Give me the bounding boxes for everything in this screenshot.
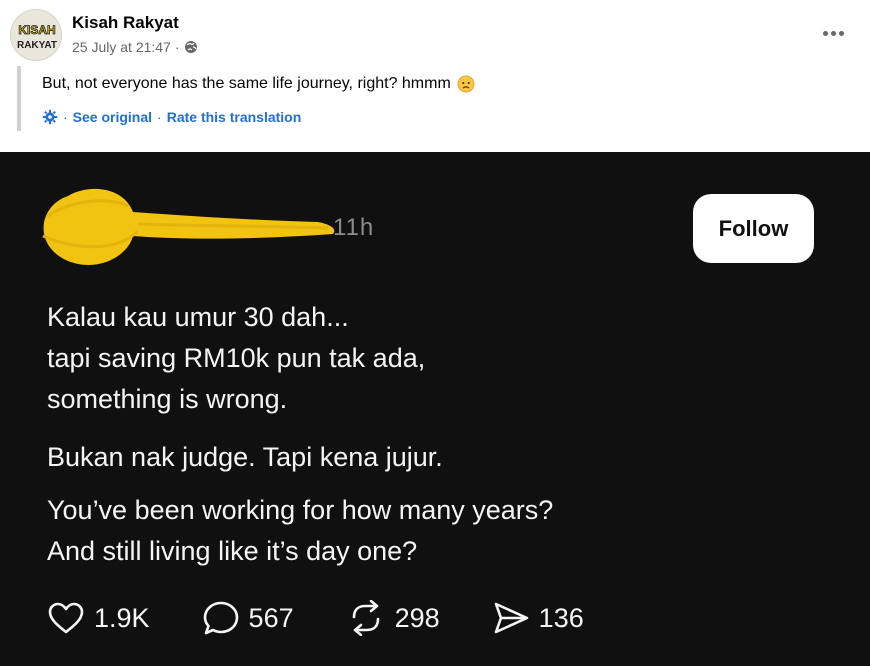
embedded-threads-screenshot: 11h Follow Kalau kau umur 30 dah... tapi…: [0, 152, 870, 666]
send-icon: [494, 602, 528, 634]
post-paragraph-2: Bukan nak judge. Tapi kena jujur.: [47, 437, 443, 478]
repost-count: 298: [394, 602, 440, 633]
more-options-icon[interactable]: [818, 24, 848, 42]
see-original-link[interactable]: See original: [73, 109, 152, 125]
svg-text:RAKYAT: RAKYAT: [17, 40, 57, 51]
text-line: Kalau kau umur 30 dah...: [47, 302, 349, 332]
post-caption: But, not everyone has the same life jour…: [42, 75, 475, 93]
post-meta: 25 July at 21:47 ·: [72, 39, 198, 55]
post-paragraph-3: You’ve been working for how many years? …: [47, 490, 553, 572]
repost-button[interactable]: 298: [346, 600, 440, 636]
text-line: And still living like it’s day one?: [47, 536, 418, 566]
rate-translation-link[interactable]: Rate this translation: [167, 109, 302, 125]
facebook-post-header: KISAH RAKYAT Kisah Rakyat 25 July at 21:…: [0, 0, 870, 152]
redaction-scribble: [42, 188, 335, 265]
post-timestamp[interactable]: 25 July at 21:47: [72, 39, 171, 55]
comment-icon: [203, 601, 238, 635]
translation-bar: [17, 66, 21, 131]
text-line: something is wrong.: [47, 384, 288, 414]
frowning-face-icon: [457, 75, 475, 93]
text-line: tapi saving RM10k pun tak ada,: [47, 343, 426, 373]
svg-text:KISAH: KISAH: [18, 23, 55, 37]
gear-icon: [42, 109, 58, 125]
follow-button[interactable]: Follow: [693, 194, 814, 263]
repost-icon: [352, 600, 379, 636]
link-separator: ·: [63, 109, 68, 125]
page-avatar[interactable]: KISAH RAKYAT: [10, 9, 62, 61]
like-count: 1.9K: [94, 602, 150, 633]
action-bar: 1.9K 567 298 136: [47, 600, 584, 636]
meta-separator: ·: [174, 39, 180, 55]
reply-count: 567: [248, 602, 294, 633]
text-line: Bukan nak judge. Tapi kena jujur.: [47, 442, 443, 472]
globe-icon: [184, 40, 198, 54]
link-separator: ·: [157, 109, 162, 125]
translation-links: · See original · Rate this translation: [42, 109, 301, 125]
page-name[interactable]: Kisah Rakyat: [72, 13, 179, 33]
kisah-rakyat-logo: KISAH RAKYAT: [11, 10, 61, 60]
heart-icon: [48, 602, 84, 634]
like-button[interactable]: 1.9K: [47, 601, 150, 635]
caption-text: But, not everyone has the same life jour…: [42, 75, 451, 92]
text-line: You’ve been working for how many years?: [47, 495, 554, 525]
post-paragraph-1: Kalau kau umur 30 dah... tapi saving RM1…: [47, 297, 425, 420]
share-button[interactable]: 136: [492, 601, 584, 635]
share-count: 136: [538, 602, 584, 633]
reply-button[interactable]: 567: [202, 600, 294, 636]
post-age: 11h: [333, 214, 375, 241]
